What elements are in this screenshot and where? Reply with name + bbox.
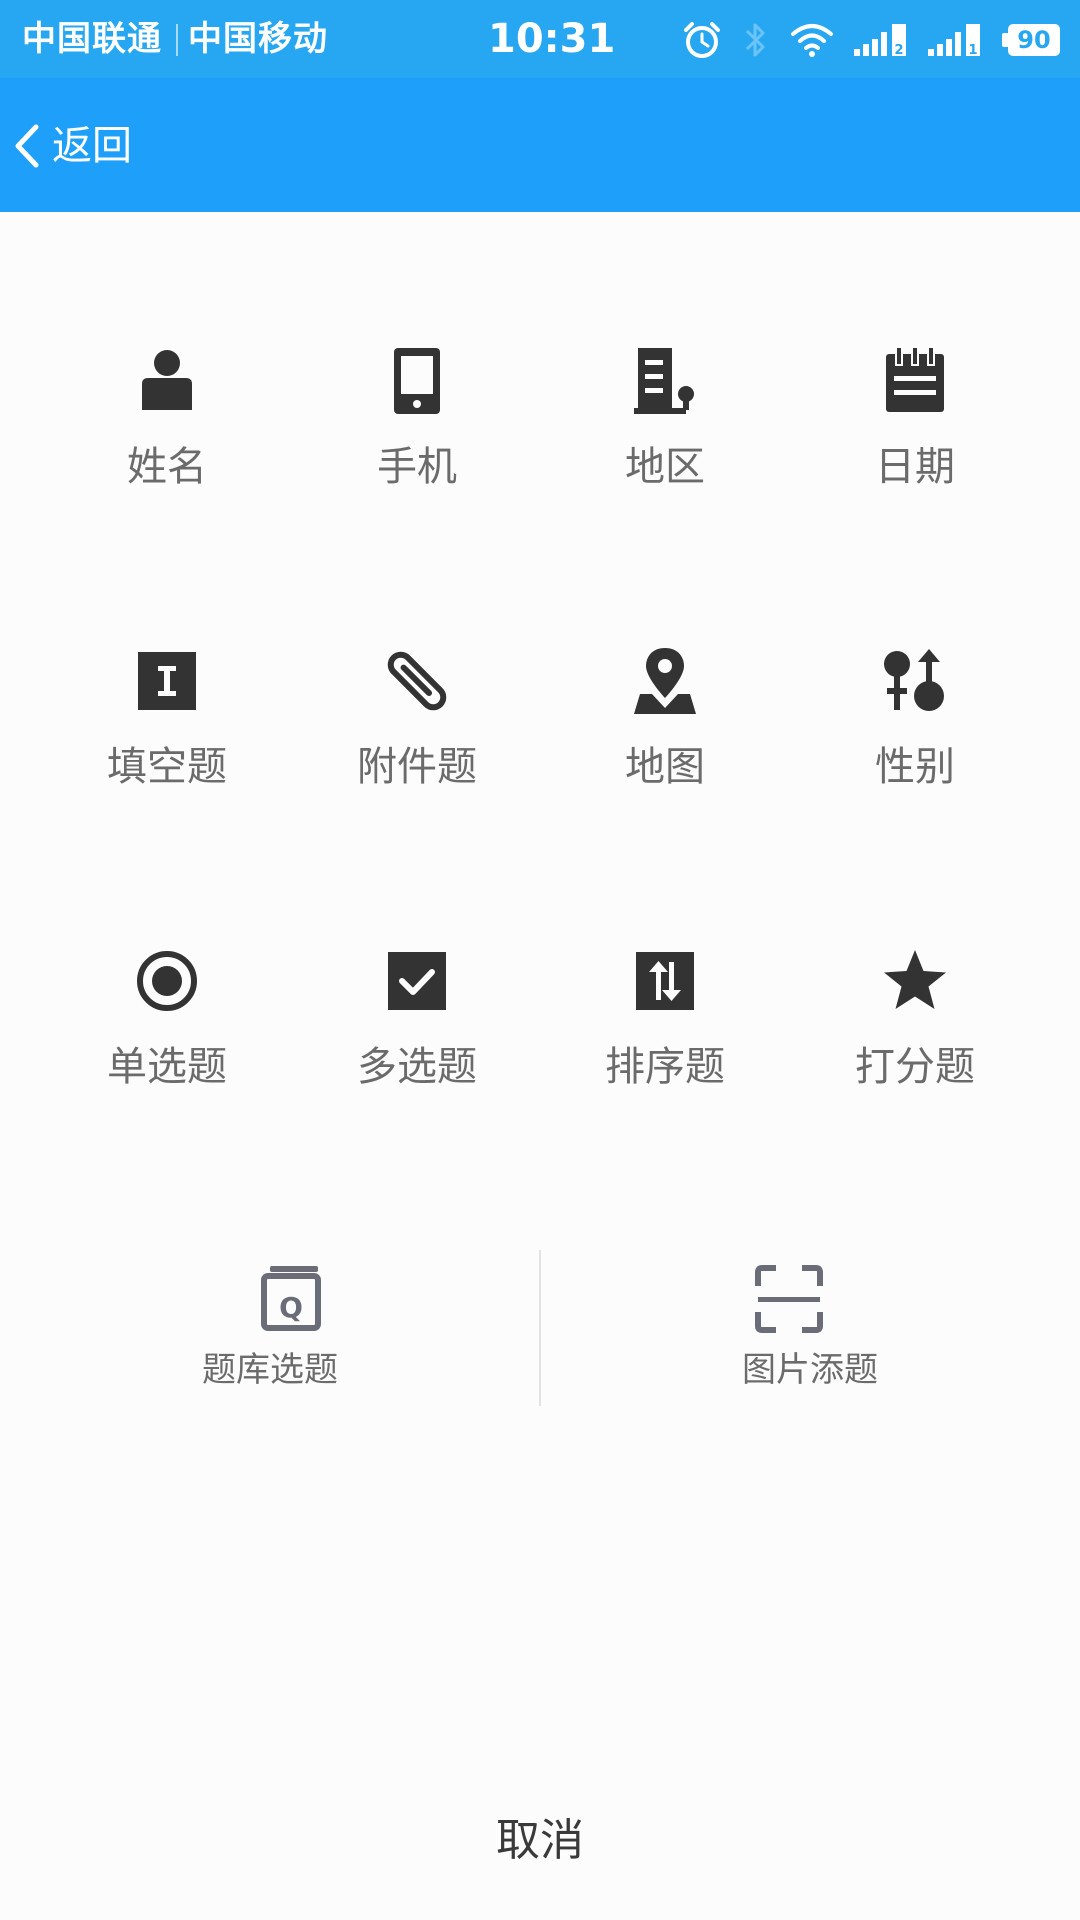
question-type-multi-choice[interactable]: 多选题: [292, 812, 542, 1112]
question-type-sort[interactable]: 排序题: [540, 812, 790, 1112]
back-button[interactable]: 返回: [12, 118, 132, 174]
question-type-label: 打分题: [855, 1044, 975, 1090]
checkbox-icon: [388, 952, 446, 1010]
question-type-label: 多选题: [357, 1044, 477, 1090]
question-type-label: 日期: [875, 444, 955, 490]
question-type-map[interactable]: 地图: [540, 512, 790, 812]
grid-row: 填空题 附件题 地图 性别: [0, 512, 1080, 812]
question-type-fill-blank[interactable]: 填空题: [42, 512, 292, 812]
gender-icon: [884, 649, 944, 711]
question-bank-icon: Q: [261, 1266, 321, 1331]
question-type-label: 地图: [625, 744, 705, 790]
question-type-label: 地区: [625, 444, 705, 490]
question-type-rating[interactable]: 打分题: [790, 812, 1040, 1112]
carrier-divider: [176, 24, 178, 56]
bluetooth-icon: [745, 23, 765, 57]
grid-row: 单选题 多选题 排序题 打分题: [0, 812, 1080, 1112]
text-box-icon: [138, 652, 196, 710]
sim1-label: 2: [894, 43, 903, 58]
add-source-row: Q 题库选题 图片添题: [0, 1250, 1080, 1406]
question-type-label: 附件题: [357, 744, 477, 790]
back-label: 返回: [52, 123, 132, 169]
question-type-label: 手机: [377, 444, 457, 490]
question-type-date[interactable]: 日期: [790, 212, 1040, 512]
signal-icon: 2: [854, 24, 906, 58]
phone-icon: [394, 348, 440, 414]
status-bar: 中国联通 中国移动 10:31 2 1 90: [0, 0, 1080, 78]
status-time: 10:31: [488, 16, 616, 62]
carrier-2-label: 中国移动: [188, 19, 328, 59]
chevron-left-icon: [15, 124, 39, 168]
nav-bar: 返回: [0, 78, 1080, 212]
star-icon: [884, 950, 946, 1009]
sort-icon: [636, 952, 694, 1010]
status-icons: 2 1 90: [682, 18, 1062, 62]
cancel-button[interactable]: 取消: [390, 1806, 690, 1876]
map-pin-icon: [634, 648, 696, 714]
alarm-icon: [684, 22, 720, 58]
svg-text:Q: Q: [279, 1291, 303, 1324]
battery-level: 90: [1017, 26, 1051, 54]
question-type-single-choice[interactable]: 单选题: [42, 812, 292, 1112]
signal-icon: 1: [928, 24, 980, 58]
radio-icon: [137, 951, 197, 1011]
question-type-attachment[interactable]: 附件题: [292, 512, 542, 812]
carrier-1-label: 中国联通: [22, 19, 162, 59]
question-type-region[interactable]: 地区: [540, 212, 790, 512]
paperclip-icon: [387, 651, 447, 711]
question-type-gender[interactable]: 性别: [790, 512, 1040, 812]
grid-row: 姓名 手机 地区 日期: [0, 212, 1080, 512]
sim2-label: 1: [968, 43, 977, 58]
question-type-label: 排序题: [605, 1044, 725, 1090]
question-type-label: 单选题: [107, 1044, 227, 1090]
question-type-phone[interactable]: 手机: [292, 212, 542, 512]
battery-icon: 90: [1002, 24, 1062, 56]
scan-icon: [755, 1265, 823, 1333]
question-bank-label: 题库选题: [202, 1350, 338, 1390]
image-add-label: 图片添题: [742, 1350, 878, 1390]
calendar-icon: [886, 348, 944, 412]
question-type-name[interactable]: 姓名: [42, 212, 292, 512]
question-type-label: 姓名: [127, 444, 207, 490]
person-icon: [142, 350, 192, 410]
wifi-icon: [791, 24, 833, 57]
question-type-label: 填空题: [107, 744, 227, 790]
image-add-button[interactable]: 图片添题: [540, 1250, 1080, 1406]
question-type-label: 性别: [875, 744, 955, 790]
question-bank-button[interactable]: Q 题库选题: [0, 1250, 540, 1406]
building-icon: [634, 348, 694, 414]
